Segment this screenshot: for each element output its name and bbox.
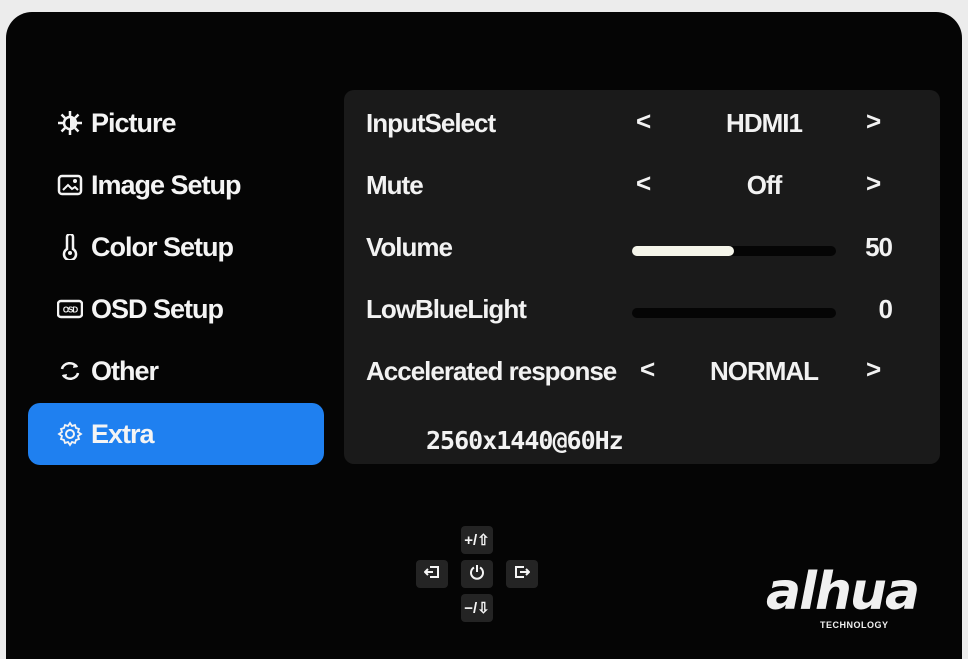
mute-prev-arrow[interactable]: < bbox=[636, 168, 651, 199]
resolution-readout: 2560x1440@60Hz bbox=[426, 426, 624, 455]
input-select-value: HDMI1 bbox=[726, 108, 803, 138]
sidebar-item-label: Extra bbox=[91, 418, 155, 449]
sidebar-item-other[interactable]: Other bbox=[28, 340, 324, 402]
mute-row[interactable]: Mute < Off > bbox=[344, 152, 940, 214]
sidebar-item-osd-setup[interactable]: OSD OSD Setup bbox=[28, 278, 324, 340]
volume-slider-fill bbox=[632, 246, 734, 256]
accelerated-response-label: Accelerated response bbox=[366, 356, 617, 386]
cycle-icon bbox=[55, 356, 85, 386]
low-blue-light-slider[interactable] bbox=[632, 308, 836, 318]
input-select-prev-arrow[interactable]: < bbox=[636, 106, 651, 137]
exit-icon bbox=[423, 565, 440, 583]
sidebar-item-color-setup[interactable]: Color Setup bbox=[28, 216, 324, 278]
low-blue-light-label: LowBlueLight bbox=[366, 294, 527, 324]
accelerated-response-value: NORMAL bbox=[709, 356, 819, 386]
low-blue-light-value: 0 bbox=[878, 294, 893, 324]
sidebar-item-label: Picture bbox=[91, 107, 177, 138]
sidebar-item-extra[interactable]: Extra bbox=[28, 403, 324, 465]
sidebar-item-label: Color Setup bbox=[91, 231, 234, 262]
image-icon bbox=[55, 170, 85, 200]
mute-value: Off bbox=[746, 170, 783, 200]
enter-icon bbox=[514, 565, 531, 583]
brand-logo: alhua TECHNOLOGY bbox=[766, 562, 956, 642]
volume-label: Volume bbox=[366, 232, 453, 262]
control-keypad: +/⇧ −/⇩ bbox=[412, 526, 558, 636]
power-key[interactable] bbox=[461, 560, 493, 588]
thermometer-icon bbox=[55, 232, 85, 262]
sidebar-item-picture[interactable]: Picture bbox=[28, 92, 324, 154]
down-minus-key[interactable]: −/⇩ bbox=[461, 594, 493, 622]
volume-value: 50 bbox=[865, 232, 893, 262]
input-select-label: InputSelect bbox=[366, 108, 496, 138]
osd-icon: OSD bbox=[55, 294, 85, 324]
volume-slider[interactable] bbox=[632, 246, 836, 256]
mute-label: Mute bbox=[366, 170, 424, 200]
brightness-icon bbox=[55, 108, 85, 138]
extra-settings-panel: InputSelect < HDMI1 > Mute < Off > Volum… bbox=[344, 90, 940, 464]
sidebar-item-image-setup[interactable]: Image Setup bbox=[28, 154, 324, 216]
sidebar-item-label: Image Setup bbox=[91, 169, 242, 200]
enter-key[interactable] bbox=[506, 560, 538, 588]
accelerated-response-next-arrow[interactable]: > bbox=[866, 354, 881, 385]
low-blue-light-row[interactable]: LowBlueLight 0 bbox=[344, 276, 940, 338]
sidebar-item-label: OSD Setup bbox=[91, 293, 224, 324]
accelerated-response-row[interactable]: Accelerated response < NORMAL > bbox=[344, 338, 940, 400]
input-select-row[interactable]: InputSelect < HDMI1 > bbox=[344, 90, 940, 152]
input-select-next-arrow[interactable]: > bbox=[866, 106, 881, 137]
volume-row[interactable]: Volume 50 bbox=[344, 214, 940, 276]
up-plus-key[interactable]: +/⇧ bbox=[461, 526, 493, 554]
svg-text:OSD: OSD bbox=[63, 306, 79, 315]
brand-tagline: TECHNOLOGY bbox=[820, 620, 889, 630]
gear-icon bbox=[55, 419, 85, 449]
sidebar-item-label: Other bbox=[91, 355, 159, 386]
osd-screen: Picture Image Setup Color Setup OSD OSD … bbox=[6, 12, 962, 659]
mute-next-arrow[interactable]: > bbox=[866, 168, 881, 199]
exit-key[interactable] bbox=[416, 560, 448, 588]
accelerated-response-prev-arrow[interactable]: < bbox=[640, 354, 655, 385]
power-icon bbox=[469, 564, 485, 584]
brand-name: alhua bbox=[766, 562, 920, 622]
